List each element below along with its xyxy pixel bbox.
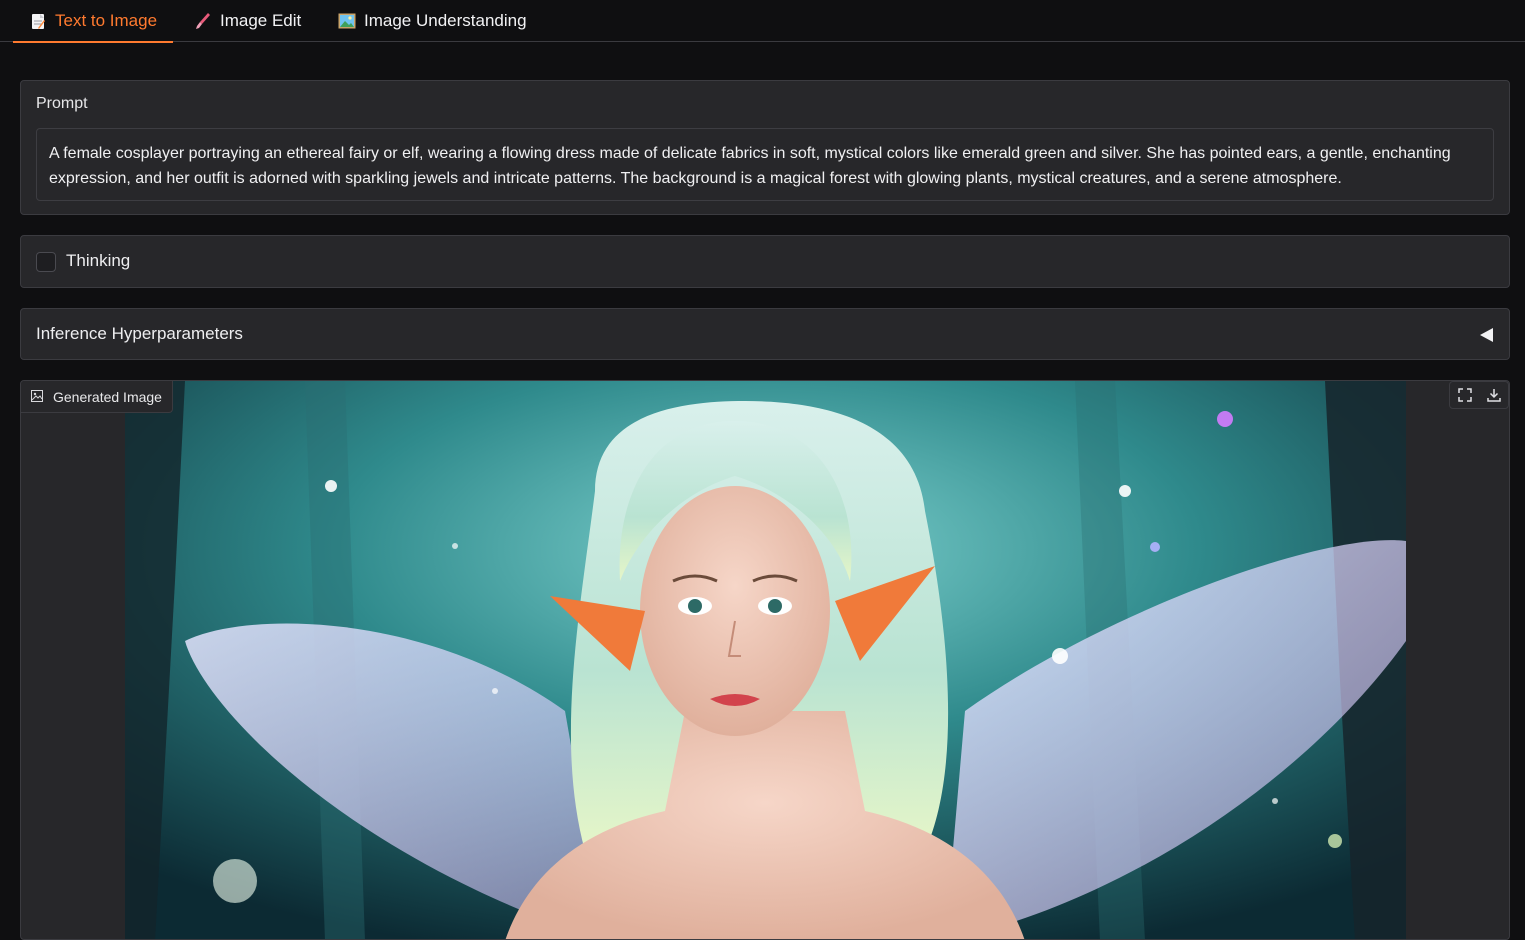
tab-image-edit[interactable]: Image Edit	[178, 0, 317, 42]
download-icon[interactable]	[1479, 382, 1508, 408]
fullscreen-icon[interactable]	[1450, 382, 1479, 408]
prompt-input[interactable]: A female cosplayer portraying an etherea…	[36, 128, 1494, 201]
accordion-label: Inference Hyperparameters	[36, 324, 243, 343]
prompt-label: Prompt	[36, 95, 88, 112]
generated-image-panel: Generated Image	[20, 380, 1510, 940]
inference-hyperparameters-accordion[interactable]: Inference Hyperparameters	[20, 308, 1510, 360]
image-actions	[1449, 381, 1509, 409]
generated-image-label: Generated Image	[21, 381, 173, 413]
paintbrush-icon	[194, 12, 212, 30]
tab-label: Image Understanding	[364, 11, 527, 30]
label-text: Generated Image	[53, 388, 162, 405]
tab-text-to-image[interactable]: Text to Image	[13, 0, 174, 43]
tab-label: Image Edit	[220, 11, 302, 30]
tab-bar: Text to Image Image Edit Image Understan…	[0, 0, 1525, 43]
thinking-label[interactable]: Thinking	[66, 251, 130, 271]
memo-icon	[29, 12, 47, 30]
thinking-checkbox[interactable]	[36, 252, 56, 272]
thinking-panel: Thinking	[20, 235, 1510, 288]
image-icon	[31, 389, 43, 405]
generated-image	[125, 381, 1406, 939]
tab-label: Text to Image	[55, 11, 158, 30]
caret-left-icon[interactable]	[1480, 328, 1493, 342]
prompt-panel: Prompt A female cosplayer portraying an …	[20, 80, 1510, 215]
tab-image-understanding[interactable]: Image Understanding	[322, 0, 543, 42]
framed-picture-icon	[338, 12, 356, 30]
